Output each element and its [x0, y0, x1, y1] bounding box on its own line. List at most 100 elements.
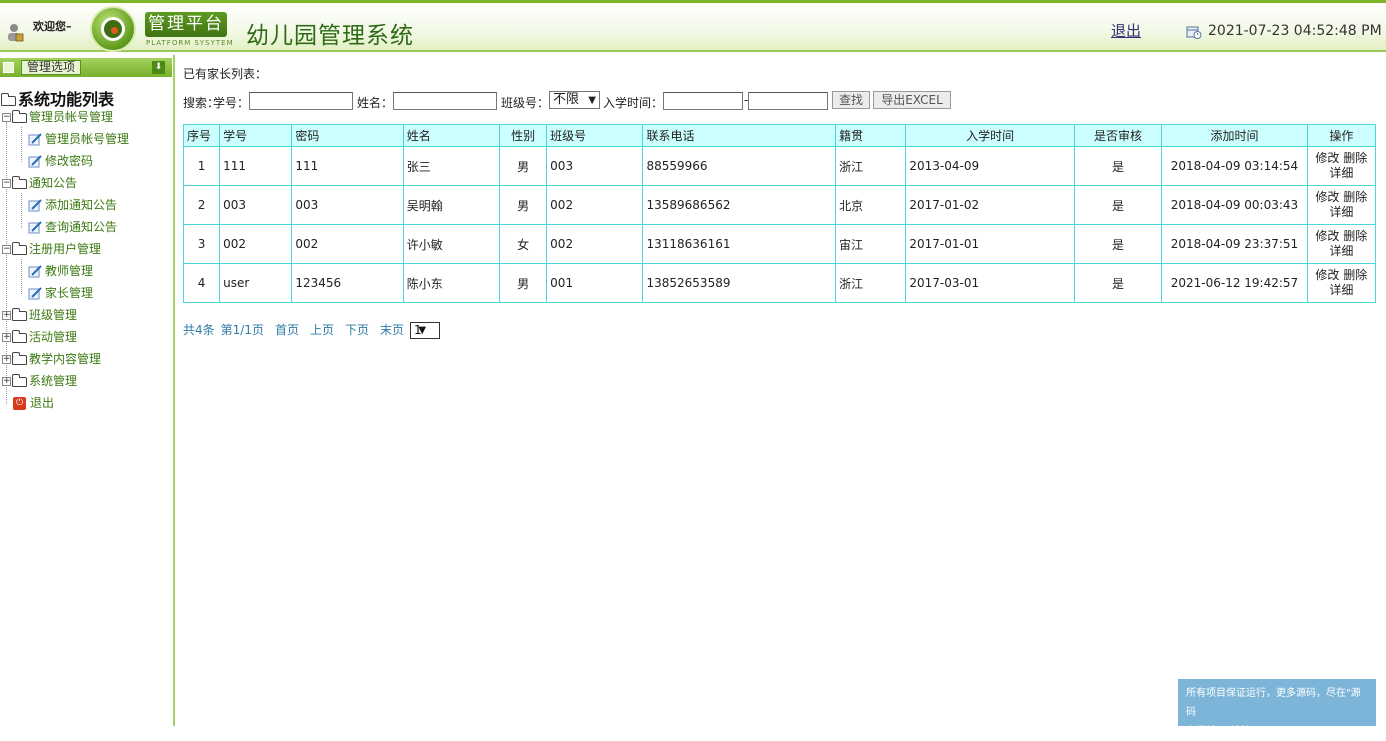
- cell-student-id: 003: [219, 185, 293, 225]
- col-header-added-time: 添加时间: [1161, 124, 1308, 147]
- edit-link[interactable]: 修改: [1315, 190, 1339, 204]
- collapse-arrow-icon[interactable]: ⬇: [152, 61, 165, 74]
- cell-enroll-date: 2013-04-09: [905, 146, 1075, 186]
- detail-link[interactable]: 详细: [1329, 283, 1353, 297]
- cell-added-time: 2018-04-09 23:37:51: [1161, 224, 1308, 264]
- delete-link[interactable]: 删除: [1343, 190, 1367, 204]
- cell-phone: 88559966: [642, 146, 837, 186]
- class-select-value: 不限: [553, 92, 580, 107]
- list-caption: 已有家长列表：: [183, 67, 268, 81]
- footer-note-line2: 空间站"，地址：www.shuyue.fun: [1186, 726, 1344, 737]
- tree-root-label: 系统功能列表: [18, 90, 115, 109]
- pencil-icon: [28, 199, 42, 212]
- cell-actions: 修改 删除 详细: [1306, 146, 1377, 186]
- tree-leaf-exit[interactable]: ⏻ 退出: [13, 394, 54, 412]
- cell-gender: 男: [499, 263, 548, 303]
- cell-added-time: 2021-06-12 19:42:57: [1161, 263, 1308, 303]
- detail-link[interactable]: 详细: [1329, 205, 1353, 219]
- cell-hometown: 北京: [835, 185, 907, 225]
- find-button[interactable]: 查找: [832, 91, 870, 109]
- tree-leaf-parent-management[interactable]: 家长管理: [28, 284, 93, 302]
- col-header-student-id: 学号: [219, 124, 293, 147]
- tree-folder-notice[interactable]: − 通知公告: [2, 174, 77, 192]
- tree-label: 教师管理: [45, 264, 94, 278]
- main-content: 已有家长列表： 搜索： 学号： 姓名： 班级号： 不限 ▼ 入学时间： - 查找 …: [176, 55, 1386, 726]
- chevron-down-icon: ▼: [418, 325, 427, 336]
- tree-leaf-query-notice[interactable]: 查询通知公告: [28, 218, 117, 236]
- current-datetime: 2021-07-23 04:52:48 PM: [1208, 23, 1382, 39]
- delete-link[interactable]: 删除: [1343, 268, 1367, 282]
- collapse-icon[interactable]: −: [2, 245, 11, 254]
- tree-leaf-change-password[interactable]: 修改密码: [28, 152, 93, 170]
- tree-leaf-teacher-management[interactable]: 教师管理: [28, 262, 93, 280]
- expand-icon[interactable]: +: [2, 355, 11, 364]
- table-icon: [3, 62, 14, 73]
- table-row: 1 111 111 张三 男 003 88559966 浙江 2013-04-0…: [182, 146, 1377, 186]
- pager-next-link[interactable]: 下页: [345, 323, 369, 337]
- collapse-icon[interactable]: −: [2, 113, 11, 122]
- tree-folder-activity-management[interactable]: + 活动管理: [2, 328, 77, 346]
- pager-first-link[interactable]: 首页: [275, 323, 299, 337]
- tree-leaf-add-notice[interactable]: 添加通知公告: [28, 196, 117, 214]
- delete-link[interactable]: 删除: [1343, 151, 1367, 165]
- cell-class: 002: [546, 185, 644, 225]
- pager-last-link[interactable]: 末页: [380, 323, 404, 337]
- source-watermark-note: 所有项目保证运行，更多源码，尽在"源码 空间站"，地址：www.shuyue.f…: [1178, 679, 1376, 737]
- table-row: 3 002 002 许小敏 女 002 13118636161 宙江 2017-…: [182, 224, 1377, 264]
- tree-label: 班级管理: [29, 308, 78, 322]
- tree-label: 教学内容管理: [29, 352, 102, 366]
- student-id-input[interactable]: [249, 92, 353, 110]
- tree-folder-registered-users[interactable]: − 注册用户管理: [2, 240, 101, 258]
- folder-icon: [12, 307, 27, 321]
- tree-folder-teaching-content[interactable]: + 教学内容管理: [2, 350, 101, 368]
- pager-prev-link[interactable]: 上页: [310, 323, 334, 337]
- tree-leaf-admin-account[interactable]: 管理员帐号管理: [28, 130, 129, 148]
- pencil-icon: [28, 265, 42, 278]
- cell-index: 4: [182, 263, 221, 303]
- cell-password: 003: [291, 185, 404, 225]
- page-select[interactable]: 1 ▼: [410, 322, 441, 339]
- tree-folder-class-management[interactable]: + 班级管理: [2, 306, 77, 324]
- user-icon: [8, 24, 24, 42]
- col-header-class: 班级号: [546, 124, 644, 147]
- sidebar-header: 管理选项 ⬇: [0, 58, 172, 77]
- folder-icon: [12, 109, 27, 123]
- class-label: 班级号：: [501, 96, 550, 110]
- expand-icon[interactable]: +: [2, 311, 11, 320]
- folder-icon: [12, 241, 27, 255]
- enroll-date-from-input[interactable]: [663, 92, 743, 110]
- collapse-icon[interactable]: −: [2, 179, 11, 188]
- top-banner: 欢迎您– 管理平台 PLATFORM SYSYTEM 幼儿园管理系统 退出 20…: [0, 0, 1386, 52]
- folder-icon: [12, 175, 27, 189]
- tree-folder-admin-account[interactable]: − 管理员帐号管理: [2, 108, 113, 126]
- tree-connector: [21, 259, 22, 294]
- tree-folder-system-management[interactable]: + 系统管理: [2, 372, 77, 390]
- logo-icon: [90, 6, 136, 52]
- tree-label: 修改密码: [45, 154, 94, 168]
- tree-connector: [21, 193, 22, 228]
- edit-link[interactable]: 修改: [1315, 151, 1339, 165]
- enroll-date-to-input[interactable]: [748, 92, 828, 110]
- cell-index: 1: [182, 146, 221, 186]
- name-input[interactable]: [393, 92, 497, 110]
- delete-link[interactable]: 删除: [1343, 229, 1367, 243]
- expand-icon[interactable]: +: [2, 377, 11, 386]
- edit-link[interactable]: 修改: [1315, 229, 1339, 243]
- footer-note-line1: 所有项目保证运行，更多源码，尽在"源码: [1186, 688, 1361, 718]
- folder-icon: [12, 351, 27, 365]
- cell-enroll-date: 2017-01-01: [905, 224, 1075, 264]
- cell-approved: 是: [1073, 146, 1163, 186]
- detail-link[interactable]: 详细: [1329, 166, 1353, 180]
- col-header-actions: 操作: [1306, 124, 1377, 147]
- edit-link[interactable]: 修改: [1315, 268, 1339, 282]
- class-select[interactable]: 不限 ▼: [549, 91, 600, 109]
- export-excel-button[interactable]: 导出EXCEL: [873, 91, 951, 109]
- cell-actions: 修改 删除 详细: [1306, 185, 1377, 225]
- header-logout-link[interactable]: 退出: [1111, 20, 1141, 41]
- expand-icon[interactable]: +: [2, 333, 11, 342]
- cell-gender: 男: [499, 185, 548, 225]
- detail-link[interactable]: 详细: [1329, 244, 1353, 258]
- cell-name: 陈小东: [402, 263, 501, 303]
- tree-label: 通知公告: [29, 176, 78, 190]
- chevron-down-icon: ▼: [588, 95, 596, 106]
